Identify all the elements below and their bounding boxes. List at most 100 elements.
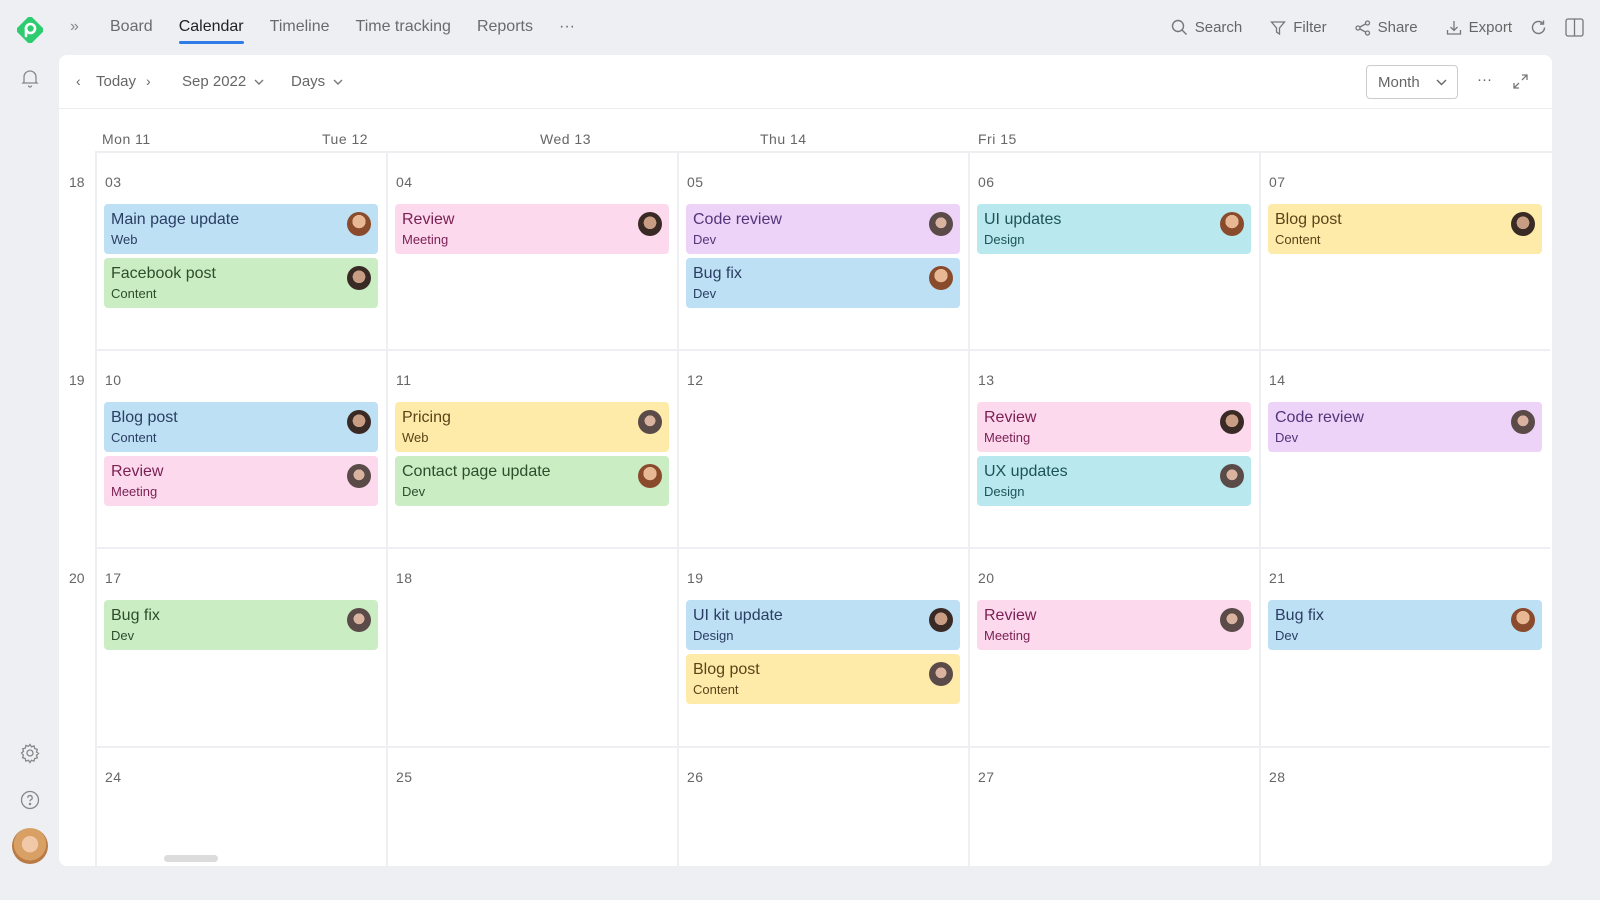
- event-card[interactable]: Review Meeting: [977, 402, 1251, 452]
- day-cell[interactable]: 11 Pricing Web Contact page update Dev: [386, 351, 677, 549]
- day-cell[interactable]: 27: [968, 748, 1259, 866]
- day-cell[interactable]: 05 Code review Dev Bug fix Dev: [677, 153, 968, 351]
- more-options-button[interactable]: ···: [1477, 71, 1492, 88]
- day-number: 14: [1269, 372, 1286, 388]
- today-button[interactable]: Today: [96, 73, 136, 90]
- tab-more[interactable]: ···: [559, 0, 575, 55]
- event-card[interactable]: Review Meeting: [395, 204, 669, 254]
- event-tag: Content: [693, 682, 739, 697]
- user-avatar[interactable]: [12, 828, 48, 864]
- split-view-icon[interactable]: [1565, 18, 1584, 37]
- assignee-avatar[interactable]: [1220, 410, 1244, 434]
- event-title: Blog post: [1275, 211, 1342, 228]
- day-cell[interactable]: 20 Review Meeting: [968, 549, 1259, 748]
- tab-board[interactable]: Board: [110, 0, 153, 55]
- day-cell[interactable]: 24: [95, 748, 386, 866]
- event-tag: Design: [984, 484, 1025, 499]
- horizontal-scrollbar[interactable]: [164, 855, 218, 862]
- assignee-avatar[interactable]: [1220, 608, 1244, 632]
- assignee-avatar[interactable]: [929, 608, 953, 632]
- top-tools: Search Filter Share Export: [1171, 0, 1600, 55]
- granularity-picker[interactable]: Days: [291, 73, 343, 90]
- assignee-avatar[interactable]: [1511, 410, 1535, 434]
- day-cell[interactable]: 18: [386, 549, 677, 748]
- assignee-avatar[interactable]: [347, 266, 371, 290]
- day-cell[interactable]: 17 Bug fix Dev: [95, 549, 386, 748]
- event-card[interactable]: Main page update Web: [104, 204, 378, 254]
- event-card[interactable]: Blog post Content: [1268, 204, 1542, 254]
- share-button[interactable]: Share: [1354, 19, 1418, 36]
- week-number: 20: [69, 570, 85, 586]
- assignee-avatar[interactable]: [347, 410, 371, 434]
- assignee-avatar[interactable]: [1220, 212, 1244, 236]
- filter-button[interactable]: Filter: [1270, 19, 1327, 36]
- event-card[interactable]: Bug fix Dev: [1268, 600, 1542, 650]
- event-card[interactable]: Review Meeting: [104, 456, 378, 506]
- event-card[interactable]: Bug fix Dev: [686, 258, 960, 308]
- assignee-avatar[interactable]: [638, 410, 662, 434]
- event-card[interactable]: Facebook post Content: [104, 258, 378, 308]
- assignee-avatar[interactable]: [347, 212, 371, 236]
- day-cell[interactable]: 13 Review Meeting UX updates Design: [968, 351, 1259, 549]
- day-cell[interactable]: 12: [677, 351, 968, 549]
- event-card[interactable]: UI updates Design: [977, 204, 1251, 254]
- export-button[interactable]: Export: [1446, 19, 1512, 36]
- next-button[interactable]: ›: [146, 73, 151, 89]
- prev-button[interactable]: ‹: [76, 73, 81, 89]
- event-title: Bug fix: [111, 607, 160, 624]
- day-cell[interactable]: 10 Blog post Content Review Meeting: [95, 351, 386, 549]
- help-icon[interactable]: [19, 789, 41, 811]
- bell-icon[interactable]: [19, 67, 41, 89]
- day-number: 24: [105, 769, 122, 785]
- assignee-avatar[interactable]: [929, 662, 953, 686]
- gear-icon[interactable]: [19, 742, 41, 764]
- assignee-avatar[interactable]: [638, 464, 662, 488]
- tab-timeline[interactable]: Timeline: [270, 0, 330, 55]
- event-card[interactable]: Pricing Web: [395, 402, 669, 452]
- event-card[interactable]: Blog post Content: [686, 654, 960, 704]
- day-cell[interactable]: 25: [386, 748, 677, 866]
- app-logo-icon[interactable]: [17, 17, 43, 43]
- day-cell[interactable]: 14 Code review Dev: [1259, 351, 1550, 549]
- event-tag: Dev: [1275, 430, 1299, 445]
- event-card[interactable]: Bug fix Dev: [104, 600, 378, 650]
- event-card[interactable]: Code review Dev: [1268, 402, 1542, 452]
- day-cell[interactable]: 06 UI updates Design: [968, 153, 1259, 351]
- event-card[interactable]: Blog post Content: [104, 402, 378, 452]
- day-cell[interactable]: 28: [1259, 748, 1550, 866]
- event-card[interactable]: Review Meeting: [977, 600, 1251, 650]
- search-button[interactable]: Search: [1171, 19, 1242, 36]
- assignee-avatar[interactable]: [929, 266, 953, 290]
- event-tag: Dev: [111, 628, 135, 643]
- sidebar: [0, 0, 58, 900]
- event-title: UX updates: [984, 463, 1068, 480]
- tab-reports[interactable]: Reports: [477, 0, 533, 55]
- day-cell[interactable]: 04 Review Meeting: [386, 153, 677, 351]
- assignee-avatar[interactable]: [1220, 464, 1244, 488]
- assignee-avatar[interactable]: [1511, 212, 1535, 236]
- day-cell[interactable]: 19 UI kit update Design Blog post Content: [677, 549, 968, 748]
- tab-time-tracking[interactable]: Time tracking: [356, 0, 451, 55]
- tab-calendar[interactable]: Calendar: [178, 0, 244, 55]
- event-tag: Meeting: [402, 232, 449, 247]
- refresh-icon[interactable]: [1530, 19, 1547, 36]
- assignee-avatar[interactable]: [638, 212, 662, 236]
- day-cell[interactable]: 21 Bug fix Dev: [1259, 549, 1550, 748]
- assignee-avatar[interactable]: [347, 608, 371, 632]
- expand-sidebar-icon[interactable]: »: [70, 18, 79, 36]
- month-picker[interactable]: Sep 2022: [182, 73, 264, 90]
- event-title: Main page update: [111, 211, 240, 228]
- assignee-avatar[interactable]: [1511, 608, 1535, 632]
- assignee-avatar[interactable]: [347, 464, 371, 488]
- day-cell[interactable]: 07 Blog post Content: [1259, 153, 1550, 351]
- day-cell[interactable]: 26: [677, 748, 968, 866]
- event-card[interactable]: Code review Dev: [686, 204, 960, 254]
- assignee-avatar[interactable]: [929, 212, 953, 236]
- event-card[interactable]: UI kit update Design: [686, 600, 960, 650]
- event-card[interactable]: Contact page update Dev: [395, 456, 669, 506]
- day-cell[interactable]: 03 Main page update Web Facebook post Conten…: [95, 153, 386, 351]
- fullscreen-icon[interactable]: [1513, 74, 1528, 89]
- event-card[interactable]: UX updates Design: [977, 456, 1251, 506]
- event-title: Facebook post: [111, 265, 216, 282]
- view-select[interactable]: Month: [1366, 65, 1458, 99]
